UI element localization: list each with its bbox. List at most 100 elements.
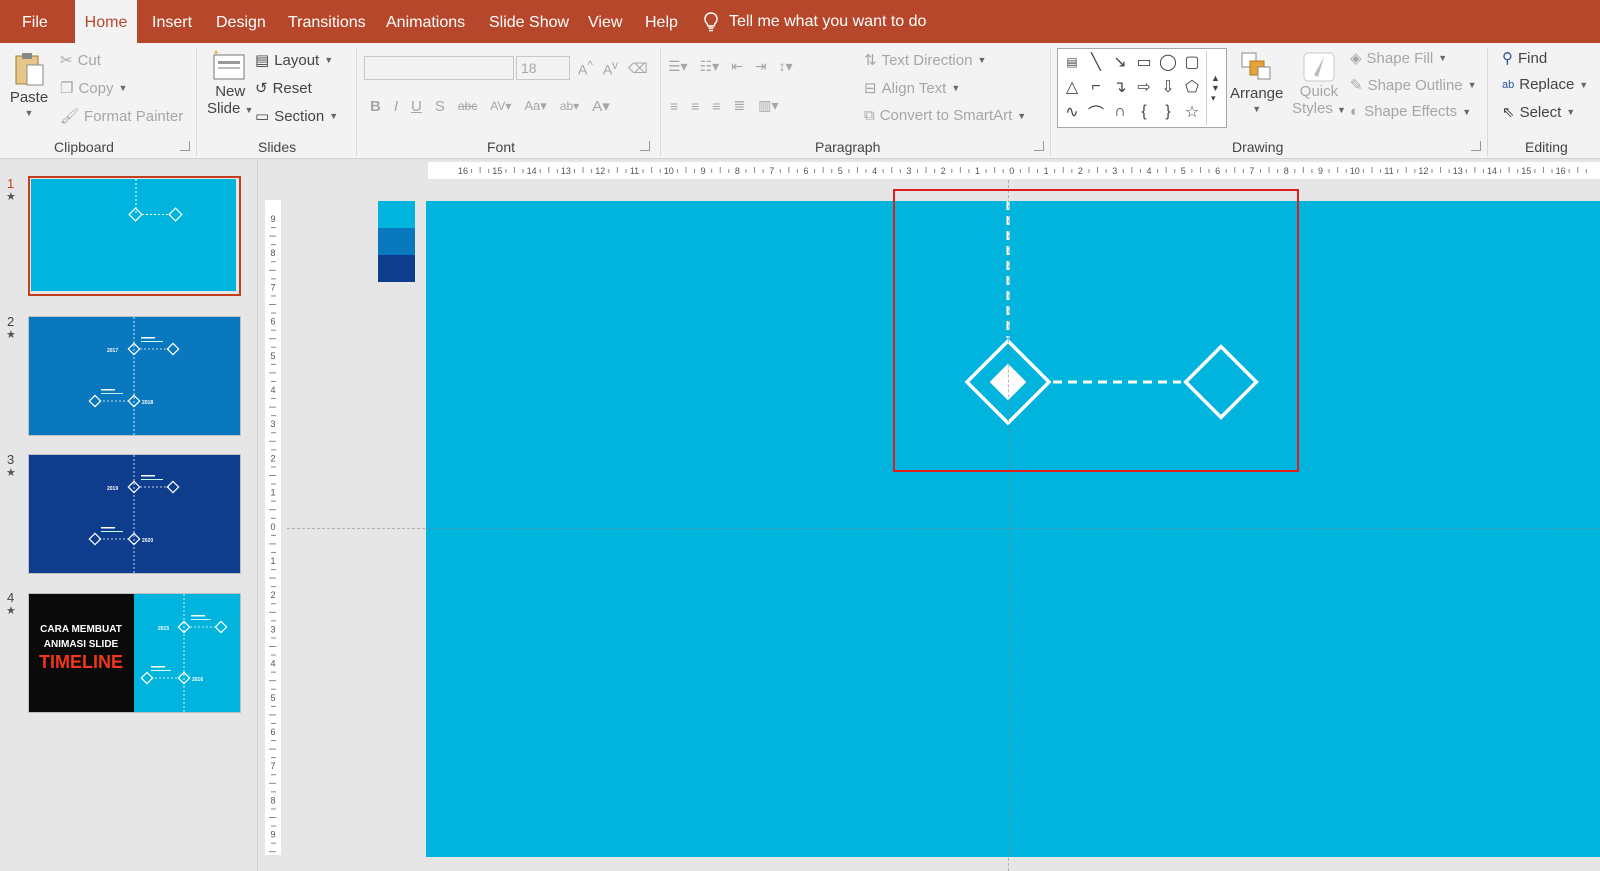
section-button[interactable]: ▭ Section ▼ [255,107,338,126]
slide-thumbnail-1[interactable] [28,176,241,296]
select-button[interactable]: ⇖ Select ▼ [1502,103,1575,122]
font-size-combo[interactable]: 18 [516,56,570,80]
tab-transitions[interactable]: Transitions [288,0,366,43]
clear-formatting-icon[interactable]: ⌫ [628,60,648,77]
font-name-combo[interactable] [364,56,514,80]
elbow-connector-shape-icon[interactable]: ⌐ [1084,76,1108,98]
change-case-icon[interactable]: Aa▾ [524,98,546,114]
justify-icon[interactable]: ≣ [734,97,746,114]
textbox-shape-icon[interactable]: ▤ [1060,51,1084,73]
ruler-tick-label: 14 [1487,166,1497,176]
arc-shape-icon[interactable]: ⌒ [1084,101,1108,123]
rectangle-shape-icon[interactable]: ▭ [1132,51,1156,73]
right-brace-shape-icon[interactable]: } [1156,101,1180,123]
layout-button[interactable]: ▤ Layout ▼ [255,51,333,70]
tab-view[interactable]: View [588,0,622,43]
align-left-icon[interactable]: ≡ [670,98,678,114]
reset-button[interactable]: ↺ Reset [255,79,312,98]
columns-icon[interactable]: ▥▾ [758,97,778,114]
drawing-launcher-icon[interactable] [1471,141,1481,151]
text-direction-label: Text Direction [881,51,973,69]
new-slide-icon [213,50,245,80]
tab-insert[interactable]: Insert [152,0,192,43]
cut-button[interactable]: ✂ Cut [60,51,101,70]
bullets-icon[interactable]: ☰▾ [668,58,688,75]
line-shape-icon[interactable]: ╲ [1084,51,1108,73]
paragraph-launcher-icon[interactable] [1034,141,1044,151]
text-shadow-icon[interactable]: S [435,98,445,115]
right-arrow-shape-icon[interactable]: ⇨ [1132,76,1156,98]
format-painter-button[interactable]: 🖌 Format Painter [60,107,183,126]
ruler-tick-label: 9 [1318,166,1323,176]
find-button[interactable]: ⚲ Find [1502,49,1547,68]
italic-icon[interactable]: I [394,98,398,115]
text-direction-button[interactable]: ⇅ Text Direction ▼ [864,51,986,70]
gallery-scroll-icon[interactable]: ▲ ▼ ▾ [1206,51,1224,125]
numbering-icon[interactable]: ☷▾ [700,58,720,75]
bold-icon[interactable]: B [370,98,381,115]
curve-shape-icon[interactable]: ∩ [1108,101,1132,123]
group-separator [196,48,197,156]
underline-icon[interactable]: U [411,98,422,115]
shape-effects-button[interactable]: ◐ Shape Effects ▼ [1350,103,1471,120]
paste-dropdown-icon[interactable]: ▼ [25,108,34,118]
tab-file[interactable]: File [22,0,48,43]
slide-thumbnail-3[interactable]: 2019 2020 [28,454,241,574]
shape-outline-button[interactable]: ✎ Shape Outline ▼ [1350,76,1477,95]
ruler-tick-label: 5 [838,166,843,176]
horizontal-ruler[interactable]: 16 15 14 13 12 11 10 9 8 7 6 5 4 3 2 1 0 1 2 3 4 5 6 7 8 9 10 11 12 1… [428,162,1600,179]
font-color-icon[interactable]: A▾ [592,97,610,115]
vertical-ruler[interactable]: 9 8 7 6 5 4 3 2 1 0 1 2 3 4 5 6 7 8 9 [265,200,281,861]
clipboard-launcher-icon[interactable] [180,141,190,151]
replace-button[interactable]: ab Replace ▼ [1502,76,1588,93]
new-slide-button[interactable]: New Slide ▼ [207,49,253,117]
increase-indent-icon[interactable]: ⇥ [755,58,767,75]
decrease-indent-icon[interactable]: ⇤ [731,58,743,75]
ruler-tick-label: 9 [701,166,706,176]
freeform-shape-icon[interactable]: ⬠ [1180,76,1204,98]
copy-button[interactable]: ❐ Copy ▼ [60,79,127,98]
elbow-arrow-shape-icon[interactable]: ↴ [1108,76,1132,98]
left-brace-shape-icon[interactable]: { [1132,101,1156,123]
oval-shape-icon[interactable]: ◯ [1156,51,1180,73]
arrange-button[interactable]: Arrange ▼ [1230,51,1283,114]
rounded-rect-shape-icon[interactable]: ▢ [1180,51,1204,73]
copy-label: Copy [78,79,114,97]
tab-animations[interactable]: Animations [386,0,465,43]
decrease-font-icon[interactable]: Av [603,59,618,78]
copy-dropdown-icon[interactable]: ▼ [118,83,127,93]
tab-design[interactable]: Design [216,0,266,43]
strikethrough-icon[interactable]: abc [458,99,477,113]
scribble-shape-icon[interactable]: ∿ [1060,101,1084,123]
shapes-gallery[interactable]: ▤ ╲ ↘ ▭ ◯ ▢ △ ⌐ ↴ ⇨ ⇩ ⬠ ∿ ⌒ ∩ { } ☆ ▲ ▼ ▾ [1057,48,1227,128]
tab-home[interactable]: Home [75,0,137,43]
align-right-icon[interactable]: ≡ [712,98,720,114]
arrow-line-shape-icon[interactable]: ↘ [1108,51,1132,73]
highlight-icon[interactable]: ab▾ [560,99,579,113]
shape-fill-button[interactable]: ◈ Shape Fill ▼ [1350,49,1447,68]
character-spacing-icon[interactable]: AV▾ [490,99,511,113]
down-arrow-shape-icon[interactable]: ⇩ [1156,76,1180,98]
increase-font-icon[interactable]: A^ [578,59,593,78]
line-spacing-icon[interactable]: ↕▾ [779,58,793,75]
tab-help[interactable]: Help [645,0,678,43]
ruler-tick-label: 7 [270,761,275,771]
convert-smartart-button[interactable]: ⧉ Convert to SmartArt ▼ [864,107,1026,124]
ruler-tick-label: 9 [270,214,275,224]
horizontal-guide[interactable] [287,528,1600,529]
align-center-icon[interactable]: ≡ [691,98,699,114]
paintbrush-icon: 🖌 [60,108,80,125]
align-text-button[interactable]: ⊟ Align Text ▼ [864,79,960,98]
group-separator [1050,48,1051,156]
tab-slide-show[interactable]: Slide Show [489,0,569,43]
slide-thumbnail-4[interactable]: CARA MEMBUAT ANIMASI SLIDE TIMELINE 2015… [28,593,241,713]
tell-me-search[interactable]: Tell me what you want to do [703,0,926,43]
quick-styles-button[interactable]: Quick Styles ▼ [1292,51,1346,117]
star-shape-icon[interactable]: ☆ [1180,101,1204,123]
triangle-shape-icon[interactable]: △ [1060,76,1084,98]
ruler-tick-label: 15 [1521,166,1531,176]
paste-button[interactable]: Paste ▼ [8,51,50,118]
slide-thumbnail-2[interactable]: 2017 2018 [28,316,241,436]
font-launcher-icon[interactable] [640,141,650,151]
ruler-tick-label: 13 [561,166,571,176]
